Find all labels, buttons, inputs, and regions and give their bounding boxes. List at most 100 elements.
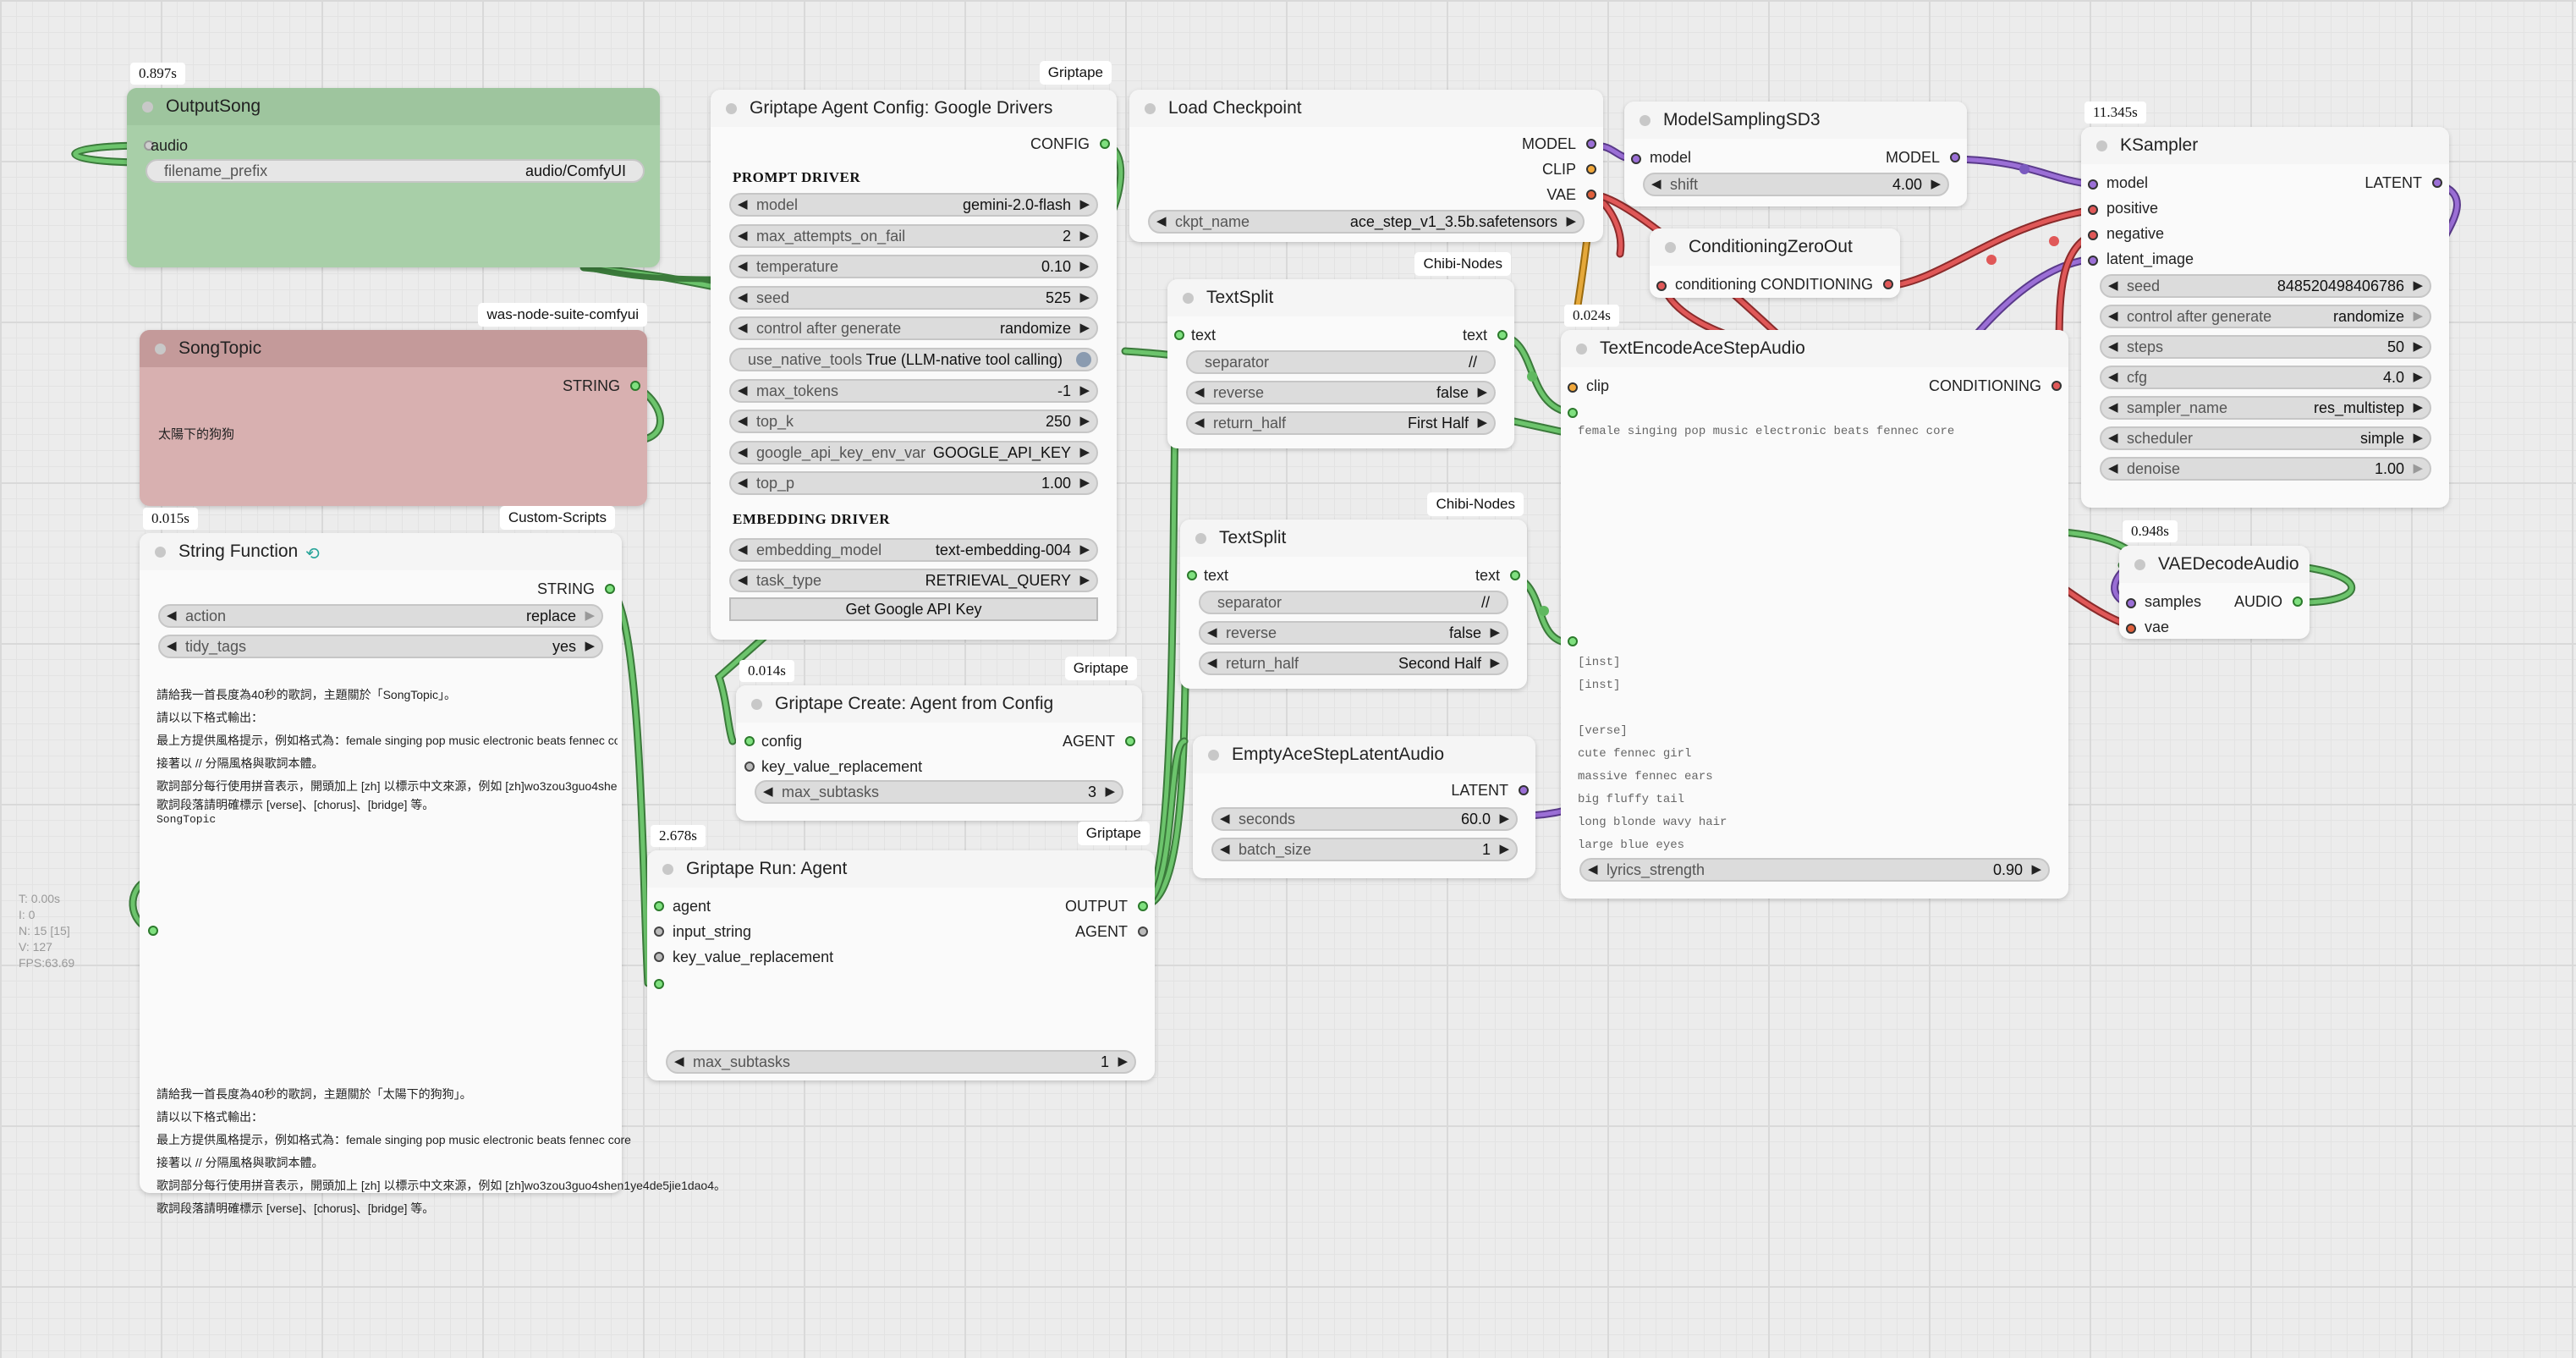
decrement-arrow[interactable]: ◀ (738, 540, 748, 560)
decrement-arrow[interactable]: ◀ (1207, 653, 1217, 674)
lyrics-strength-number[interactable]: ◀ lyrics_strength 0.90 ▶ (1579, 858, 2050, 882)
decrement-arrow[interactable]: ◀ (1195, 382, 1205, 403)
node-empty-latent-audio[interactable]: EmptyAceStepLatentAudio LATENT ◀ seconds… (1193, 736, 1535, 878)
get-google-api-key-button[interactable]: Get Google API Key (729, 597, 1098, 621)
increment-arrow[interactable]: ▶ (1079, 226, 1090, 246)
decrement-arrow[interactable]: ◀ (738, 473, 748, 493)
tags-textarea[interactable]: female singing pop music electronic beat… (1578, 425, 1954, 438)
increment-arrow[interactable]: ▶ (585, 636, 595, 657)
input-slot-model[interactable] (2088, 179, 2098, 190)
increment-arrow[interactable]: ▶ (1118, 1052, 1128, 1072)
collapse-dot[interactable] (155, 547, 166, 558)
decrement-arrow[interactable]: ◀ (167, 606, 177, 626)
node-text-split-second[interactable]: Chibi-Nodes TextSplit text text separato… (1180, 492, 1527, 689)
input-slot-text[interactable] (654, 979, 664, 989)
increment-arrow[interactable]: ▶ (1079, 473, 1090, 493)
increment-arrow[interactable]: ▶ (1499, 809, 1509, 829)
output-slot-conditioning[interactable] (1883, 279, 1893, 289)
decrement-arrow[interactable]: ◀ (738, 226, 748, 246)
node-header[interactable]: String Function ⟲ (140, 533, 622, 570)
node-header[interactable]: ConditioningZeroOut (1650, 228, 1900, 266)
toggle-knob[interactable] (1076, 352, 1091, 367)
increment-arrow[interactable]: ▶ (1931, 174, 1941, 195)
collapse-dot[interactable] (2134, 559, 2145, 570)
node-header[interactable]: TextEncodeAceStepAudio (1561, 330, 2068, 367)
decrement-arrow[interactable]: ◀ (738, 195, 748, 215)
filename-prefix-input[interactable]: filename_prefix audio/ComfyUI (146, 159, 645, 183)
widget-sampler-name[interactable]: ◀ sampler_name res_multistep ▶ (2100, 396, 2431, 420)
output-slot-conditioning[interactable] (2051, 381, 2062, 391)
input-slot-tags[interactable] (1568, 408, 1578, 418)
input-slot-text[interactable] (1187, 570, 1197, 580)
increment-arrow[interactable]: ▶ (1079, 195, 1090, 215)
widget-control-after-generate[interactable]: ◀ control after generate randomize ▶ (729, 316, 1098, 341)
node-agent-run[interactable]: Griptape 2.678s Griptape Run: Agent agen… (647, 822, 1155, 1080)
lyrics-textarea[interactable]: [inst] [inst] [verse] cute fennec girl m… (1578, 652, 1727, 857)
increment-arrow[interactable]: ▶ (2413, 428, 2423, 448)
node-header[interactable]: EmptyAceStepLatentAudio (1193, 736, 1535, 773)
increment-arrow[interactable]: ▶ (1490, 623, 1500, 643)
separator-input[interactable]: separator // (1199, 591, 1508, 614)
decrement-arrow[interactable]: ◀ (1207, 623, 1217, 643)
shift-number[interactable]: ◀ shift 4.00 ▶ (1643, 173, 1949, 196)
decrement-arrow[interactable]: ◀ (167, 636, 177, 657)
node-output-song[interactable]: 0.897s OutputSong audio filename_prefix … (127, 63, 660, 267)
input-slot-model[interactable] (1631, 154, 1641, 164)
widget-top-p[interactable]: ◀ top_p 1.00 ▶ (729, 471, 1098, 496)
input-slot-positive[interactable] (2088, 205, 2098, 215)
node-header[interactable]: OutputSong (127, 88, 660, 125)
node-header[interactable]: Load Checkpoint (1129, 90, 1603, 127)
input-slot-input-string[interactable] (654, 926, 664, 937)
collapse-dot[interactable] (1640, 115, 1651, 126)
collapse-dot[interactable] (726, 103, 737, 114)
input-slot-config[interactable] (744, 736, 755, 746)
collapse-dot[interactable] (142, 102, 153, 113)
widget-cfg[interactable]: ◀ cfg 4.0 ▶ (2100, 366, 2431, 389)
decrement-arrow[interactable]: ◀ (2108, 306, 2118, 327)
collapse-dot[interactable] (1145, 103, 1156, 114)
increment-arrow[interactable]: ▶ (585, 606, 595, 626)
output-slot-model[interactable] (1950, 152, 1960, 162)
node-ksampler[interactable]: 11.345s KSampler model positive negative… (2081, 102, 2449, 508)
node-conditioning-zero-out[interactable]: ConditioningZeroOut conditioning CONDITI… (1650, 228, 1900, 298)
decrement-arrow[interactable]: ◀ (1651, 174, 1661, 195)
increment-arrow[interactable]: ▶ (1566, 212, 1576, 232)
collapse-dot[interactable] (1208, 750, 1219, 761)
node-song-topic[interactable]: was-node-suite-comfyui SongTopic STRING … (140, 303, 647, 506)
increment-arrow[interactable]: ▶ (2413, 337, 2423, 357)
collapse-dot[interactable] (1183, 293, 1194, 304)
batch-size-number[interactable]: ◀ batch_size 1 ▶ (1211, 838, 1518, 861)
increment-arrow[interactable]: ▶ (2413, 306, 2423, 327)
node-header[interactable]: Griptape Run: Agent (647, 850, 1155, 888)
decrement-arrow[interactable]: ◀ (2108, 276, 2118, 296)
decrement-arrow[interactable]: ◀ (2108, 398, 2118, 418)
input-slot-text[interactable] (1174, 330, 1184, 340)
decrement-arrow[interactable]: ◀ (738, 411, 748, 432)
decrement-arrow[interactable]: ◀ (738, 318, 748, 338)
decrement-arrow[interactable]: ◀ (763, 782, 773, 802)
decrement-arrow[interactable]: ◀ (674, 1052, 684, 1072)
reverse-toggle[interactable]: ◀ reverse false ▶ (1199, 621, 1508, 645)
increment-arrow[interactable]: ▶ (1079, 288, 1090, 308)
output-slot-vae[interactable] (1586, 190, 1596, 200)
increment-arrow[interactable]: ▶ (1079, 443, 1090, 463)
seconds-number[interactable]: ◀ seconds 60.0 ▶ (1211, 807, 1518, 831)
increment-arrow[interactable]: ▶ (1105, 782, 1115, 802)
decrement-arrow[interactable]: ◀ (1195, 413, 1205, 433)
max-subtasks-number[interactable]: ◀ max_subtasks 1 ▶ (666, 1050, 1136, 1074)
node-agent-create[interactable]: Griptape 0.014s Griptape Create: Agent f… (736, 657, 1142, 821)
decrement-arrow[interactable]: ◀ (1220, 839, 1230, 860)
decrement-arrow[interactable]: ◀ (1220, 809, 1230, 829)
node-text-split-first[interactable]: Chibi-Nodes TextSplit text text separato… (1167, 252, 1514, 448)
ckpt-name-select[interactable]: ◀ ckpt_name ace_step_v1_3.5b.safetensors… (1148, 210, 1585, 234)
widget-task-type[interactable]: ◀ task_type RETRIEVAL_QUERY ▶ (729, 569, 1098, 592)
widget-scheduler[interactable]: ◀ scheduler simple ▶ (2100, 426, 2431, 450)
tidy-tags-select[interactable]: ◀ tidy_tags yes ▶ (158, 635, 603, 658)
node-header[interactable]: TextSplit (1167, 279, 1514, 316)
decrement-arrow[interactable]: ◀ (738, 443, 748, 463)
node-load-checkpoint[interactable]: Load Checkpoint MODEL CLIP VAE ◀ ckpt_na… (1129, 90, 1603, 242)
node-header[interactable]: KSampler (2081, 127, 2449, 164)
increment-arrow[interactable]: ▶ (1079, 570, 1090, 591)
collapse-dot[interactable] (751, 699, 762, 710)
input-slot-agent[interactable] (654, 901, 664, 911)
